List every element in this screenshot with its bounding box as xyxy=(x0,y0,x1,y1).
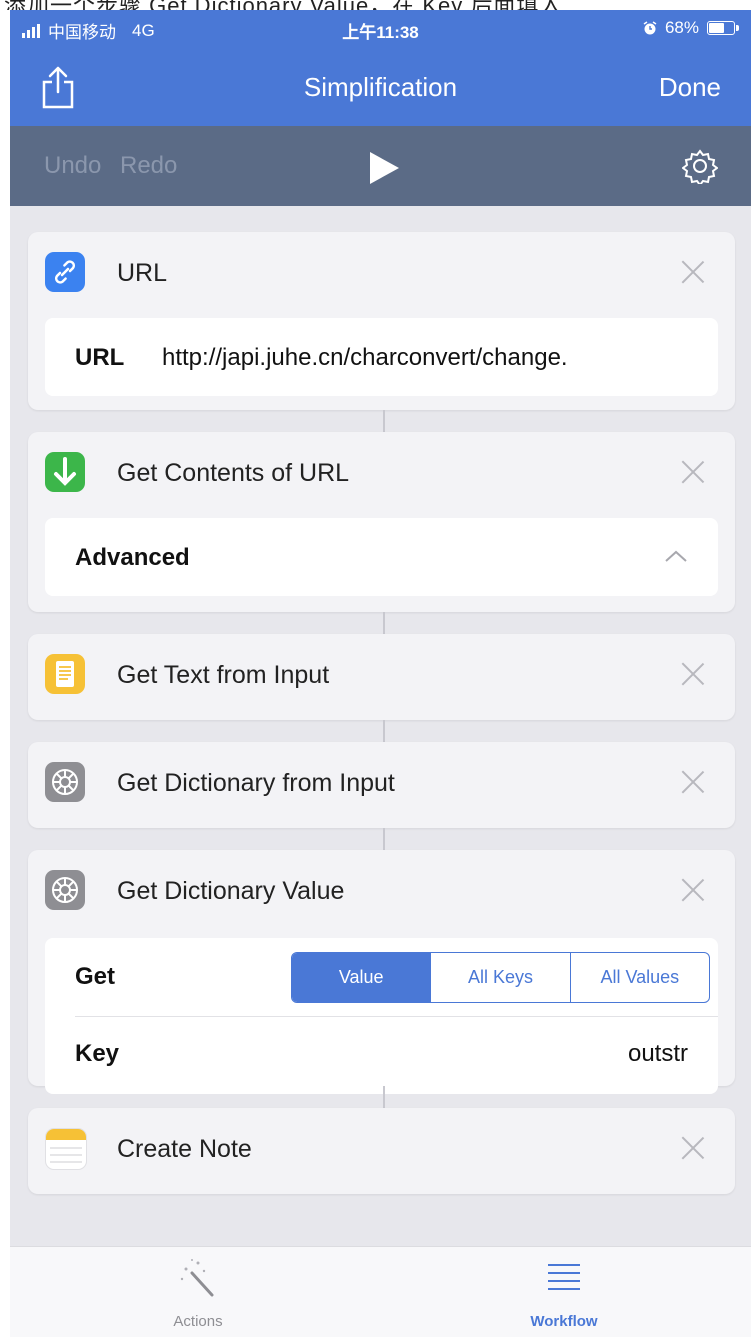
notes-icon xyxy=(45,1128,87,1170)
action-title: Get Dictionary Value xyxy=(117,877,345,905)
tab-label: Workflow xyxy=(530,1313,598,1330)
action-title: Get Text from Input xyxy=(117,661,330,689)
segment-all-keys[interactable]: All Keys xyxy=(430,953,569,1002)
status-bar: 中国移动 4G 上午11:38 68% xyxy=(10,10,751,46)
tab-actions[interactable]: Actions xyxy=(98,1247,298,1337)
magic-wand-icon xyxy=(180,1259,214,1297)
battery-icon xyxy=(707,21,739,35)
tab-workflow[interactable]: Workflow xyxy=(464,1247,664,1337)
action-title: Get Dictionary from Input xyxy=(117,769,395,797)
header: 中国移动 4G 上午11:38 68% Simplification Done xyxy=(10,10,751,126)
connector-line xyxy=(383,1086,385,1108)
text-document-icon xyxy=(45,654,85,694)
tab-label: Actions xyxy=(173,1313,223,1330)
key-field[interactable]: outstr xyxy=(628,1040,688,1068)
divider xyxy=(75,1016,718,1017)
action-title: URL xyxy=(117,259,168,287)
action-title: Get Contents of URL xyxy=(117,459,350,487)
get-label: Get xyxy=(75,963,116,990)
battery-percent: 68% xyxy=(664,18,699,37)
gear-icon xyxy=(45,870,85,910)
gear-icon xyxy=(45,762,85,802)
action-card-create-note[interactable]: Create Note xyxy=(28,1108,735,1194)
tab-bar: Actions Workflow xyxy=(10,1246,751,1337)
workflow-list[interactable]: URL URL http://japi.juhe.cn/charconvert/… xyxy=(10,206,751,1246)
action-title: Create Note xyxy=(117,1135,252,1163)
action-card-get-text[interactable]: Get Text from Input xyxy=(28,634,735,720)
get-mode-segmented-control[interactable]: Value All Keys All Values xyxy=(291,952,710,1003)
undo-button[interactable]: Undo xyxy=(44,152,101,180)
delete-action-button[interactable] xyxy=(681,1136,705,1160)
done-button[interactable]: Done xyxy=(659,72,721,103)
gear-icon[interactable] xyxy=(682,148,718,184)
field-label: URL xyxy=(75,344,125,371)
caption-text: 添加一个步骤 Get Dictionary Value，在 Key 后面填入 xyxy=(4,0,562,10)
alarm-clock-icon xyxy=(643,21,657,35)
advanced-label: Advanced xyxy=(75,544,190,571)
action-card-url[interactable]: URL URL http://japi.juhe.cn/charconvert/… xyxy=(28,232,735,410)
url-value[interactable]: http://japi.juhe.cn/charconvert/change. xyxy=(162,344,568,372)
delete-action-button[interactable] xyxy=(681,260,705,284)
action-card-get-contents[interactable]: Get Contents of URL Advanced xyxy=(28,432,735,612)
segment-all-values[interactable]: All Values xyxy=(569,953,709,1002)
page-title: Simplification xyxy=(303,72,458,102)
segment-value[interactable]: Value xyxy=(292,953,431,1002)
status-time: 上午11:38 xyxy=(342,23,419,42)
editor-toolbar: Undo Redo xyxy=(10,126,751,206)
play-icon[interactable] xyxy=(367,150,401,186)
connector-line xyxy=(383,410,385,432)
dictionary-value-params: Get Value All Keys All Values Key outstr xyxy=(45,938,718,1094)
delete-action-button[interactable] xyxy=(681,662,705,686)
connector-line xyxy=(383,828,385,850)
action-card-get-dictionary[interactable]: Get Dictionary from Input xyxy=(28,742,735,828)
caption-strip: 添加一个步骤 Get Dictionary Value，在 Key 后面填入 xyxy=(0,0,751,10)
link-icon xyxy=(45,252,85,292)
delete-action-button[interactable] xyxy=(681,770,705,794)
key-label: Key xyxy=(75,1040,120,1067)
action-card-get-dictionary-value[interactable]: Get Dictionary Value Get Value All Keys … xyxy=(28,850,735,1094)
chevron-up-icon[interactable] xyxy=(664,548,688,564)
connector-line xyxy=(383,720,385,742)
list-icon xyxy=(548,1264,580,1290)
delete-action-button[interactable] xyxy=(681,878,705,902)
advanced-row[interactable]: Advanced xyxy=(45,518,718,596)
delete-action-button[interactable] xyxy=(681,460,705,484)
nav-bar: Simplification Done xyxy=(10,46,751,126)
connector-line xyxy=(383,612,385,634)
url-field[interactable]: URL http://japi.juhe.cn/charconvert/chan… xyxy=(45,318,718,396)
download-arrow-icon xyxy=(45,452,85,492)
redo-button[interactable]: Redo xyxy=(120,152,177,180)
